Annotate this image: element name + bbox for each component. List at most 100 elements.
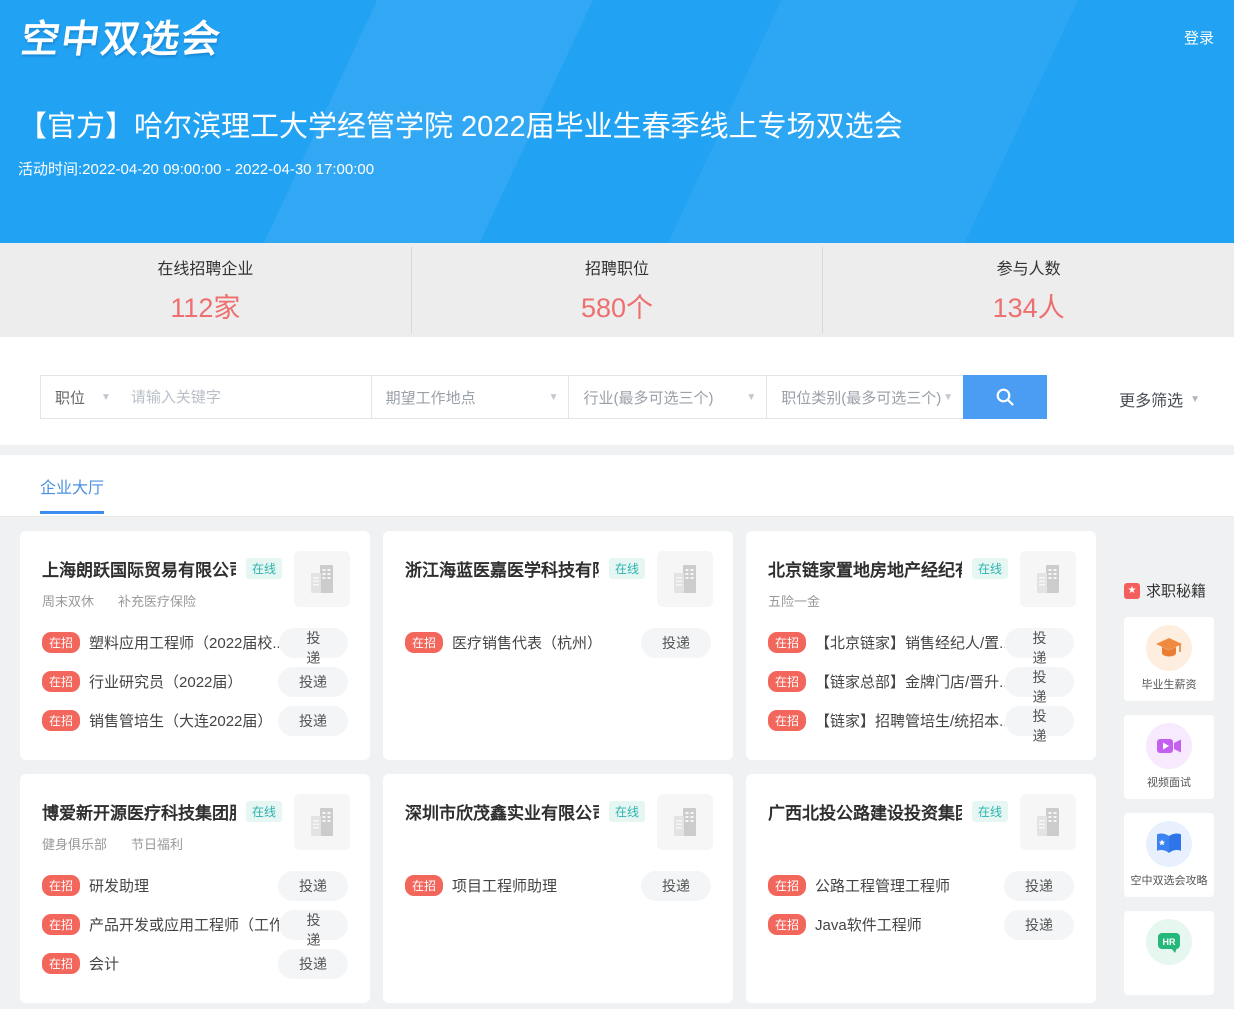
company-name[interactable]: 广西北投公路建设投资集团... bbox=[768, 799, 962, 824]
job-list: 在招【北京链家】销售经纪人/置...投递在招【链家总部】金牌门店/晋升...投递… bbox=[768, 623, 1074, 740]
job-title[interactable]: 行业研究员（2022届） bbox=[89, 671, 242, 692]
hiring-badge: 在招 bbox=[768, 914, 806, 935]
job-title[interactable]: 公路工程管理工程师 bbox=[815, 875, 950, 896]
sidebar-item-video-interview[interactable]: 视频面试 bbox=[1124, 715, 1214, 799]
welfare-tag: 五险一金 bbox=[768, 591, 820, 611]
job-row: 在招【链家】招聘管培生/统招本...投递 bbox=[768, 701, 1074, 740]
apply-button[interactable]: 投递 bbox=[278, 667, 348, 697]
job-list: 在招医疗销售代表（杭州）投递 bbox=[405, 623, 711, 662]
job-tips-header: ★ 求职秘籍 bbox=[1124, 580, 1214, 601]
apply-button[interactable]: 投递 bbox=[278, 706, 348, 736]
apply-button[interactable]: 投递 bbox=[278, 949, 348, 979]
stat-positions: 招聘职位 580个 bbox=[411, 247, 823, 333]
apply-button[interactable]: 投递 bbox=[1005, 706, 1074, 736]
online-badge: 在线 bbox=[972, 558, 1008, 579]
job-row: 在招医疗销售代表（杭州）投递 bbox=[405, 623, 711, 662]
job-list: 在招项目工程师助理投递 bbox=[405, 866, 711, 905]
apply-button[interactable]: 投递 bbox=[641, 628, 711, 658]
apply-button[interactable]: 投递 bbox=[278, 871, 348, 901]
industry-dropdown[interactable]: 行业(最多可选三个) ▼ bbox=[568, 376, 766, 418]
event-time: 活动时间:2022-04-20 09:00:00 - 2022-04-30 17… bbox=[18, 158, 374, 179]
online-badge: 在线 bbox=[246, 801, 282, 822]
company-name[interactable]: 上海朗跃国际贸易有限公司 bbox=[42, 556, 236, 581]
search-button[interactable] bbox=[963, 375, 1047, 419]
hr-chat-icon: HR bbox=[1146, 919, 1192, 965]
apply-button[interactable]: 投递 bbox=[1005, 667, 1074, 697]
hiring-badge: 在招 bbox=[768, 632, 806, 653]
keyword-input[interactable] bbox=[121, 376, 371, 418]
sidebar-item-label: 毕业生薪资 bbox=[1142, 676, 1197, 692]
job-title[interactable]: 【链家总部】金牌门店/晋升... bbox=[815, 671, 1005, 692]
stat-value: 112家 bbox=[0, 286, 411, 325]
online-badge: 在线 bbox=[609, 558, 645, 579]
sidebar-item-graduate-salary[interactable]: 毕业生薪资 bbox=[1124, 617, 1214, 701]
apply-button[interactable]: 投递 bbox=[641, 871, 711, 901]
job-type-dropdown[interactable]: 职位类别(最多可选三个) ▼ bbox=[766, 376, 963, 418]
company-name[interactable]: 北京链家置地房地产经纪有... bbox=[768, 556, 962, 581]
building-icon bbox=[294, 551, 350, 607]
job-title[interactable]: 医疗销售代表（杭州） bbox=[452, 632, 602, 653]
stat-value: 580个 bbox=[412, 286, 823, 325]
graduation-cap-icon bbox=[1146, 625, 1192, 671]
job-title[interactable]: 销售管培生（大连2022届） bbox=[89, 710, 272, 731]
company-card: 浙江海蓝医嘉医学科技有限... 在线 在招医疗销售代表（杭州）投递 bbox=[383, 531, 733, 760]
sidebar-title: 求职秘籍 bbox=[1146, 580, 1206, 601]
job-title[interactable]: 会计 bbox=[89, 953, 119, 974]
search-section: 职位 ▼ 期望工作地点 ▼ 行业(最多可选三个) ▼ 职位类别(最多可选三个) … bbox=[0, 337, 1234, 445]
job-title[interactable]: 项目工程师助理 bbox=[452, 875, 557, 896]
job-title[interactable]: 产品开发或应用工程师（工作... bbox=[89, 914, 279, 935]
apply-button[interactable]: 投递 bbox=[279, 628, 348, 658]
book-icon bbox=[1146, 821, 1192, 867]
job-category-dropdown[interactable]: 职位 ▼ bbox=[41, 376, 121, 418]
job-title[interactable]: Java软件工程师 bbox=[815, 914, 922, 935]
hiring-badge: 在招 bbox=[42, 710, 80, 731]
login-link[interactable]: 登录 bbox=[1184, 27, 1214, 48]
apply-button[interactable]: 投递 bbox=[1004, 910, 1074, 940]
job-title[interactable]: 塑料应用工程师（2022届校... bbox=[89, 632, 279, 653]
sidebar-item-label: 空中双选会攻略 bbox=[1131, 872, 1208, 888]
location-dropdown[interactable]: 期望工作地点 ▼ bbox=[371, 376, 569, 418]
building-icon bbox=[1020, 551, 1076, 607]
job-row: 在招 Java软件工程师 投递 bbox=[768, 905, 1074, 944]
job-list: 在招塑料应用工程师（2022届校...投递在招行业研究员（2022届）投递在招销… bbox=[42, 623, 348, 740]
hiring-badge: 在招 bbox=[42, 671, 80, 692]
company-name[interactable]: 深圳市欣茂鑫实业有限公司 bbox=[405, 799, 599, 824]
site-logo[interactable]: 空中双选会 bbox=[18, 8, 226, 63]
job-title[interactable]: 研发助理 bbox=[89, 875, 149, 896]
company-name[interactable]: 博爱新开源医疗科技集团股... bbox=[42, 799, 236, 824]
building-icon bbox=[1020, 794, 1076, 850]
job-row: 在招研发助理投递 bbox=[42, 866, 348, 905]
more-filters-button[interactable]: 更多筛选 ▼ bbox=[1119, 387, 1200, 411]
apply-button[interactable]: 投递 bbox=[1004, 871, 1074, 901]
company-card: 博爱新开源医疗科技集团股... 在线 健身俱乐部节日福利 在招研发助理投递在招产… bbox=[20, 774, 370, 1003]
welfare-tag: 节日福利 bbox=[131, 834, 183, 854]
building-icon bbox=[294, 794, 350, 850]
video-camera-icon bbox=[1146, 723, 1192, 769]
online-badge: 在线 bbox=[246, 558, 282, 579]
job-title[interactable]: 【链家】招聘管培生/统招本... bbox=[815, 710, 1005, 731]
job-row: 在招产品开发或应用工程师（工作...投递 bbox=[42, 905, 348, 944]
job-tips-sidebar: ★ 求职秘籍 毕业生薪资 视频面试 bbox=[1124, 580, 1214, 1009]
bookmark-star-icon: ★ bbox=[1124, 583, 1140, 599]
company-card: 北京链家置地房地产经纪有... 在线 五险一金 在招【北京链家】销售经纪人/置.… bbox=[746, 531, 1096, 760]
search-icon bbox=[994, 386, 1016, 408]
chevron-down-icon: ▼ bbox=[746, 392, 756, 403]
hiring-badge: 在招 bbox=[42, 914, 80, 935]
apply-button[interactable]: 投递 bbox=[1005, 628, 1074, 658]
apply-button[interactable]: 投递 bbox=[279, 910, 348, 940]
hiring-badge: 在招 bbox=[42, 632, 80, 653]
tab-company-hall[interactable]: 企业大厅 bbox=[40, 474, 104, 514]
online-badge: 在线 bbox=[972, 801, 1008, 822]
chevron-down-icon: ▼ bbox=[1190, 394, 1200, 405]
online-badge: 在线 bbox=[609, 801, 645, 822]
stat-participants: 参与人数 134人 bbox=[822, 247, 1234, 333]
job-row: 在招行业研究员（2022届） 投递 bbox=[42, 662, 348, 701]
job-title[interactable]: 【北京链家】销售经纪人/置... bbox=[815, 632, 1005, 653]
sidebar-item-hr-chat[interactable]: HR bbox=[1124, 911, 1214, 995]
job-row: 在招项目工程师助理投递 bbox=[405, 866, 711, 905]
sidebar-item-fair-guide[interactable]: 空中双选会攻略 bbox=[1124, 813, 1214, 897]
company-name[interactable]: 浙江海蓝医嘉医学科技有限... bbox=[405, 556, 599, 581]
content-area: 上海朗跃国际贸易有限公司 在线 周末双休补充医疗保险 在招塑料应用工程师（202… bbox=[0, 517, 1234, 1003]
job-list: 在招研发助理投递在招产品开发或应用工程师（工作...投递在招会计投递 bbox=[42, 866, 348, 983]
company-card: 广西北投公路建设投资集团... 在线 在招公路工程管理工程师投递在招Java软件… bbox=[746, 774, 1096, 1003]
